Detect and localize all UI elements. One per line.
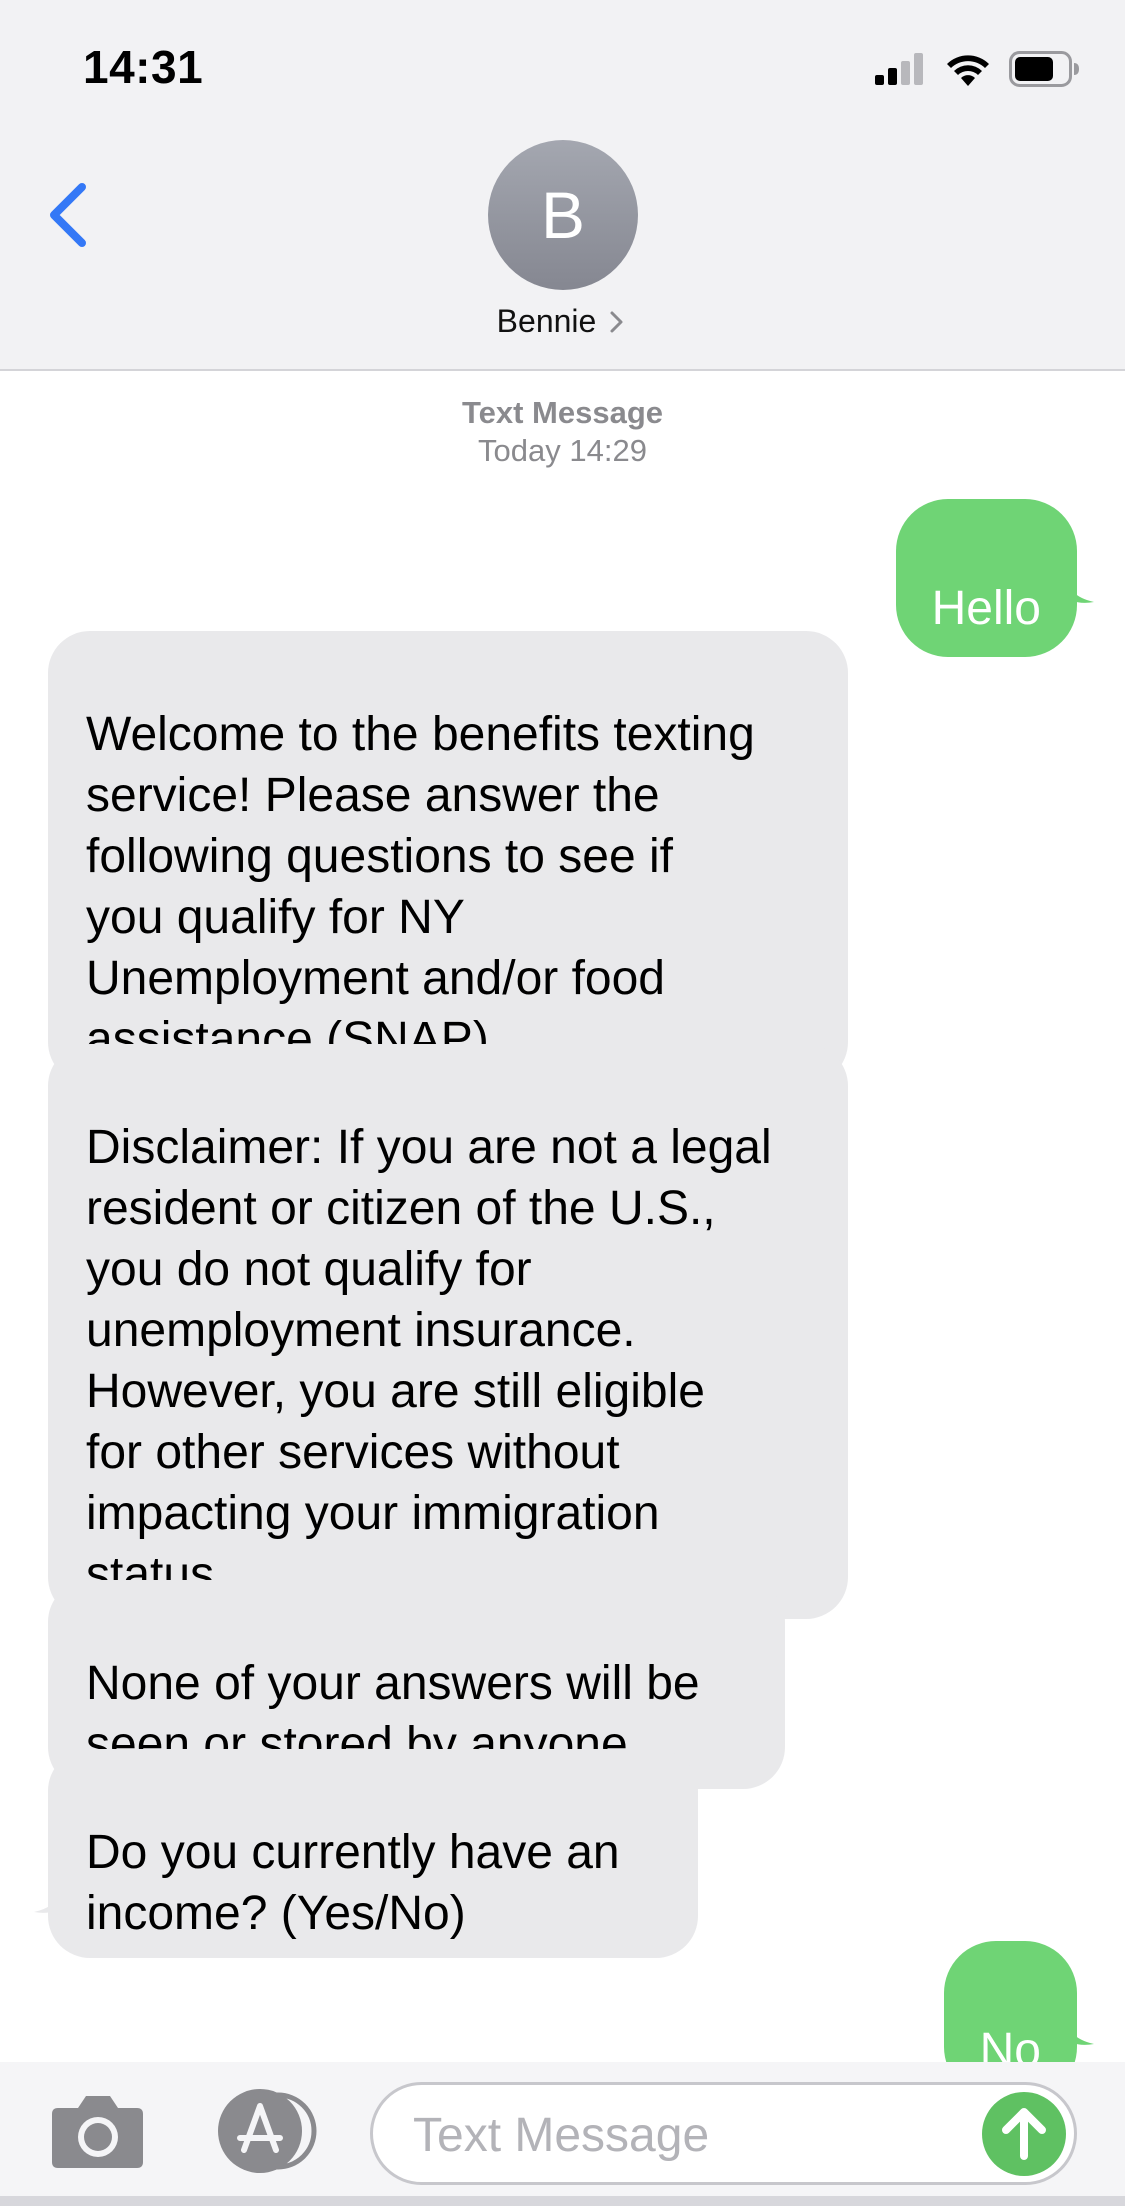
- contact-name-button[interactable]: Bennie: [0, 303, 1125, 340]
- bubble-tail: [34, 1880, 66, 1913]
- incoming-message-bubble[interactable]: Do you currently have an income? (Yes/No…: [48, 1749, 698, 1958]
- status-time: 14:31: [83, 41, 204, 93]
- send-arrow-up-icon: [1002, 2108, 1046, 2160]
- incoming-message-bubble[interactable]: Welcome to the benefits texting service!…: [48, 631, 848, 1084]
- chevron-right-icon: [610, 311, 623, 332]
- chevron-left-icon: [50, 183, 86, 247]
- message-text: Disclaimer: If you are not a legal resid…: [86, 1121, 772, 1601]
- message-input[interactable]: [411, 2099, 975, 2171]
- message-type-label: Text Message: [461, 395, 663, 430]
- camera-icon: [52, 2096, 143, 2168]
- wifi-icon: [947, 55, 989, 86]
- app-store-button[interactable]: [210, 2088, 320, 2174]
- contact-name: Bennie: [496, 303, 597, 339]
- battery-icon: [1009, 51, 1079, 87]
- cellular-signal-icon: [875, 53, 923, 85]
- message-text: Do you currently have an income? (Yes/No…: [86, 1826, 620, 1940]
- conversation-header: 14:31 B Bennie: [0, 0, 1125, 371]
- incoming-message-bubble[interactable]: Disclaimer: If you are not a legal resid…: [48, 1044, 848, 1619]
- bubble-tail: [1062, 570, 1094, 603]
- outgoing-message-bubble[interactable]: Hello: [895, 499, 1077, 657]
- avatar-initial: B: [540, 178, 586, 252]
- message-text: Hello: [931, 582, 1041, 635]
- status-icons: [875, 48, 1081, 90]
- messages-screen: 14:31 B Bennie Text Message Today 14:29 …: [0, 0, 1125, 2206]
- camera-button[interactable]: [50, 2092, 145, 2170]
- back-button[interactable]: [38, 175, 98, 255]
- contact-avatar[interactable]: B: [488, 140, 638, 290]
- conversation-meta: Text Message Today 14:29: [0, 394, 1125, 470]
- app-store-icon: [218, 2089, 317, 2173]
- message-text: Welcome to the benefits texting service!…: [86, 708, 755, 1066]
- home-indicator-strip: [0, 2196, 1125, 2206]
- message-input-container[interactable]: [370, 2082, 1077, 2185]
- bubble-tail: [1062, 2012, 1094, 2045]
- send-button[interactable]: [982, 2092, 1066, 2176]
- message-timestamp: Today 14:29: [478, 433, 647, 468]
